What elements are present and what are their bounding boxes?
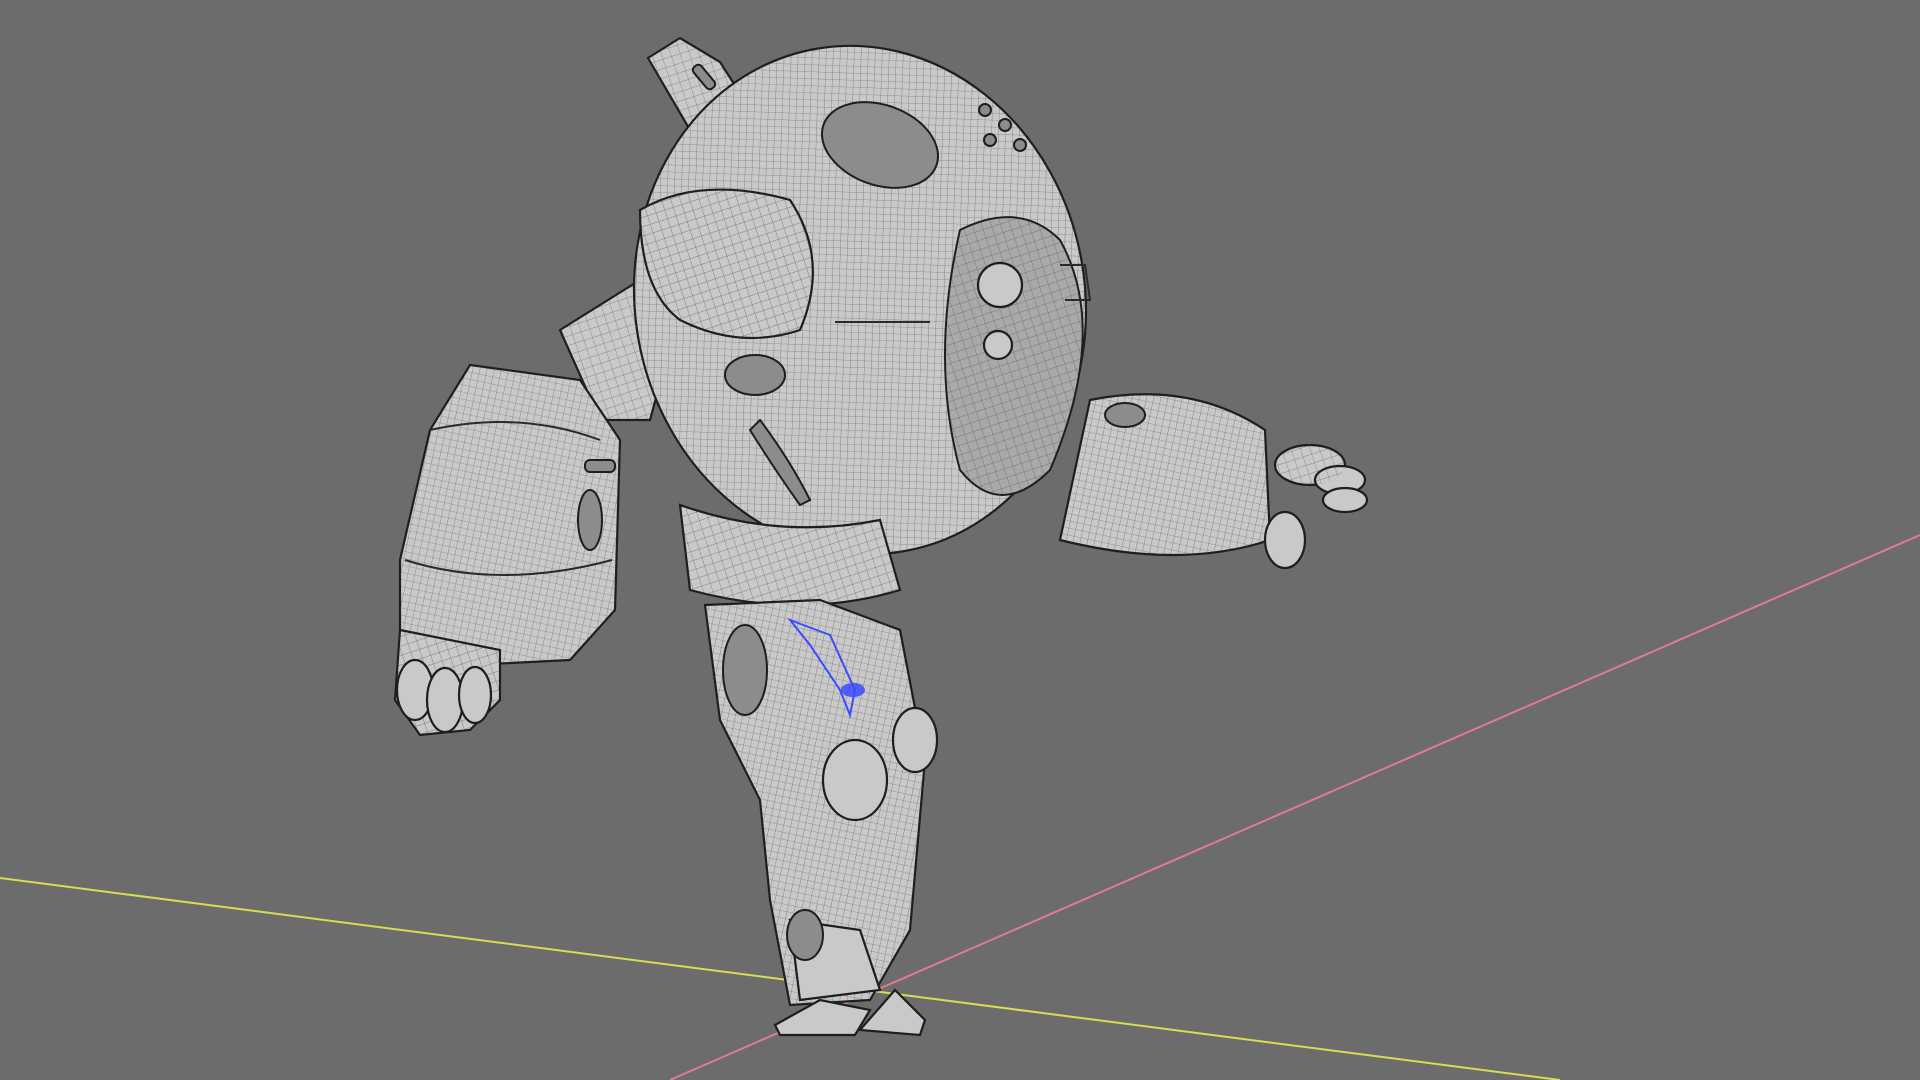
left-fist[interactable]	[393, 628, 502, 737]
left-arm[interactable]	[393, 278, 682, 737]
robot-mesh[interactable]	[393, 10, 1369, 1037]
right-arm[interactable]	[1058, 393, 1369, 570]
right-hand[interactable]	[1263, 443, 1369, 570]
legs[interactable]	[703, 598, 939, 1037]
3d-viewport[interactable]	[0, 0, 1920, 1080]
viewport-canvas[interactable]	[0, 0, 1920, 1080]
